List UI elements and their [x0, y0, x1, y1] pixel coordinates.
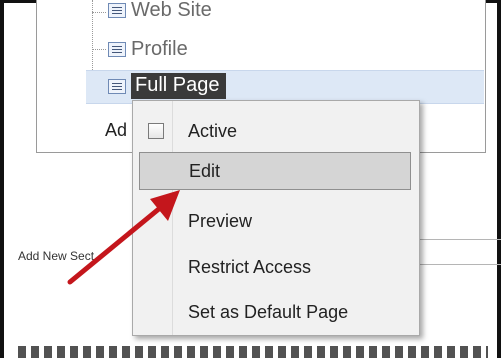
red-arrow-annotation [67, 190, 180, 285]
arrow-shaft [67, 205, 163, 285]
arrow-head [150, 190, 180, 221]
